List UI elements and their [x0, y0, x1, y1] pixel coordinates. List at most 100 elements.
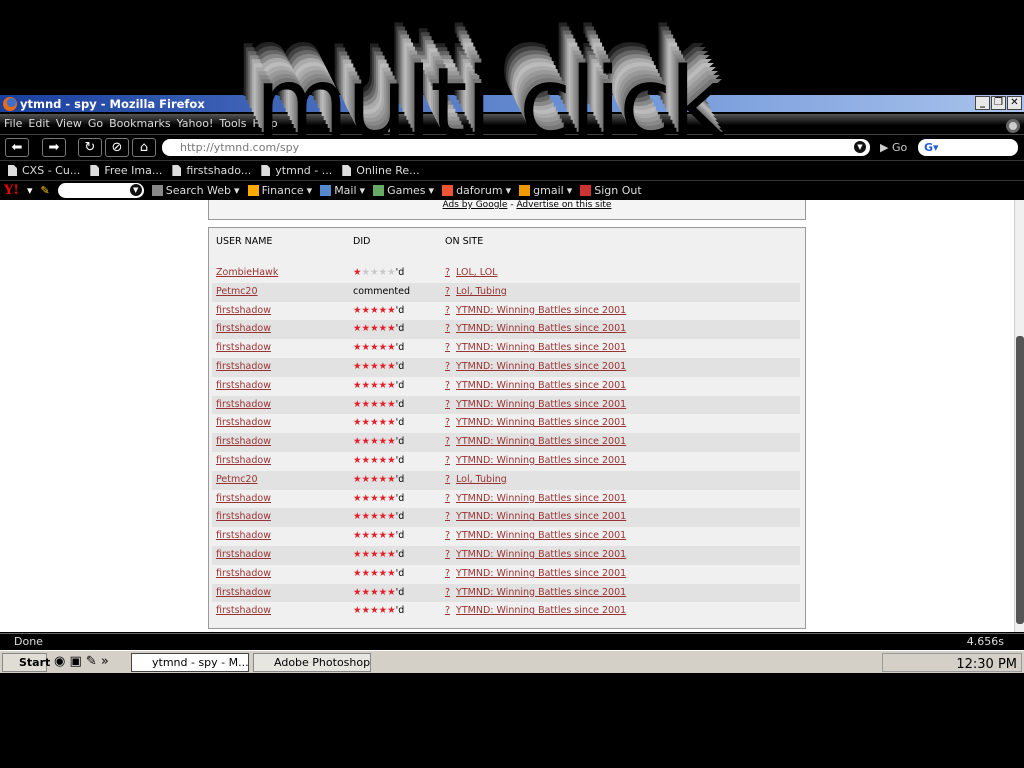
user-link[interactable]: firstshadow [216, 565, 271, 584]
user-link[interactable]: firstshadow [216, 414, 271, 433]
site-info-link[interactable]: ? [445, 587, 450, 598]
menu-help[interactable]: Help [252, 117, 277, 130]
bookmark-item[interactable]: Online Re... [342, 164, 420, 177]
bookmark-item[interactable]: CXS - Cu... [8, 164, 80, 177]
site-link[interactable]: YTMND: Winning Battles since 2001 [456, 549, 626, 560]
yahoo-item-daforum[interactable]: daforum ▾ [442, 184, 511, 197]
yahoo-item-sign-out[interactable]: Sign Out [580, 184, 642, 197]
site-info-link[interactable]: ? [445, 493, 450, 504]
site-link[interactable]: YTMND: Winning Battles since 2001 [456, 511, 626, 522]
site-info-link[interactable]: ? [445, 605, 450, 616]
site-link[interactable]: YTMND: Winning Battles since 2001 [456, 455, 626, 466]
menu-file[interactable]: File [4, 117, 22, 130]
site-info-link[interactable]: ? [445, 511, 450, 522]
dropdown-icon[interactable]: ▾ [360, 184, 366, 197]
user-link[interactable]: Petmc20 [216, 283, 258, 302]
site-link[interactable]: YTMND: Winning Battles since 2001 [456, 605, 626, 616]
bookmark-item[interactable]: Free Ima... [90, 164, 162, 177]
dropdown-icon[interactable]: ▾ [27, 184, 33, 197]
user-link[interactable]: firstshadow [216, 490, 271, 509]
go-button[interactable]: ▶ Go [880, 139, 907, 156]
stop-button[interactable]: ⊘ [105, 138, 129, 157]
site-info-link[interactable]: ? [445, 436, 450, 447]
reload-button[interactable]: ↻ [78, 138, 102, 157]
scrollbar[interactable] [1014, 200, 1024, 632]
site-link[interactable]: YTMND: Winning Battles since 2001 [456, 587, 626, 598]
search-dropdown-icon[interactable]: ▼ [129, 184, 142, 196]
site-info-link[interactable]: ? [445, 323, 450, 334]
site-info-link[interactable]: ? [445, 399, 450, 410]
site-info-link[interactable]: ? [445, 455, 450, 466]
quick-launch-icons[interactable]: ◉ ▣ ✎ » [54, 654, 109, 669]
minimize-button[interactable]: _ [975, 96, 990, 110]
site-link[interactable]: YTMND: Winning Battles since 2001 [456, 417, 626, 428]
task-photoshop[interactable]: Adobe Photoshop ... [253, 653, 371, 672]
site-info-link[interactable]: ? [445, 474, 450, 485]
menu-tools[interactable]: Tools [219, 117, 246, 130]
dropdown-icon[interactable]: ▾ [429, 184, 435, 197]
menu-edit[interactable]: Edit [28, 117, 49, 130]
user-link[interactable]: firstshadow [216, 508, 271, 527]
forward-button[interactable]: ➡ [42, 138, 66, 157]
site-link[interactable]: YTMND: Winning Battles since 2001 [456, 361, 626, 372]
site-link[interactable]: YTMND: Winning Battles since 2001 [456, 399, 626, 410]
yahoo-item-finance[interactable]: Finance ▾ [247, 184, 313, 197]
user-link[interactable]: firstshadow [216, 433, 271, 452]
yahoo-item-gmail[interactable]: gmail ▾ [519, 184, 572, 197]
site-info-link[interactable]: ? [445, 530, 450, 541]
back-button[interactable]: ⬅ [5, 138, 29, 157]
url-bar[interactable]: http://ytmnd.com/spy ▼ [162, 139, 870, 156]
ads-by-google-link[interactable]: Ads by Google [443, 200, 508, 210]
home-button[interactable]: ⌂ [132, 138, 156, 157]
user-link[interactable]: firstshadow [216, 452, 271, 471]
site-link[interactable]: YTMND: Winning Battles since 2001 [456, 530, 626, 541]
bookmark-item[interactable]: ytmnd - ... [261, 164, 332, 177]
site-link[interactable]: YTMND: Winning Battles since 2001 [456, 380, 626, 391]
user-link[interactable]: firstshadow [216, 320, 271, 339]
site-link[interactable]: Lol, Tubing [456, 286, 507, 297]
task-firefox[interactable]: ytmnd - spy - M... [131, 653, 249, 672]
site-info-link[interactable]: ? [445, 380, 450, 391]
pencil-icon[interactable]: ✎ [41, 184, 50, 197]
site-link[interactable]: YTMND: Winning Battles since 2001 [456, 342, 626, 353]
restore-button[interactable]: ❐ [991, 96, 1006, 110]
user-link[interactable]: firstshadow [216, 302, 271, 321]
yahoo-item-mail[interactable]: Mail ▾ [320, 184, 365, 197]
yahoo-search-input[interactable]: ▼ [57, 183, 144, 198]
site-info-link[interactable]: ? [445, 549, 450, 560]
advertise-link[interactable]: Advertise on this site [516, 200, 611, 210]
site-link[interactable]: YTMND: Winning Battles since 2001 [456, 323, 626, 334]
menu-bookmarks[interactable]: Bookmarks [109, 117, 170, 130]
site-link[interactable]: YTMND: Winning Battles since 2001 [456, 305, 626, 316]
dropdown-icon[interactable]: ▾ [506, 184, 512, 197]
user-link[interactable]: firstshadow [216, 396, 271, 415]
site-link[interactable]: YTMND: Winning Battles since 2001 [456, 568, 626, 579]
user-link[interactable]: firstshadow [216, 527, 271, 546]
user-link[interactable]: ZombieHawk [216, 264, 278, 283]
site-link[interactable]: YTMND: Winning Battles since 2001 [456, 436, 626, 447]
user-link[interactable]: firstshadow [216, 377, 271, 396]
bookmark-item[interactable]: firstshado... [172, 164, 251, 177]
site-link[interactable]: LOL, LOL [456, 267, 498, 278]
user-link[interactable]: firstshadow [216, 546, 271, 565]
site-info-link[interactable]: ? [445, 267, 450, 278]
site-link[interactable]: Lol, Tubing [456, 474, 507, 485]
dropdown-icon[interactable]: ▾ [234, 184, 240, 197]
close-button[interactable]: ✕ [1007, 96, 1022, 110]
user-link[interactable]: firstshadow [216, 602, 271, 621]
yahoo-item-games[interactable]: Games ▾ [373, 184, 434, 197]
site-info-link[interactable]: ? [445, 568, 450, 579]
url-dropdown-icon[interactable]: ▼ [854, 141, 866, 153]
site-link[interactable]: YTMND: Winning Battles since 2001 [456, 493, 626, 504]
clock[interactable]: 12:30 PM [956, 657, 1017, 672]
user-link[interactable]: firstshadow [216, 358, 271, 377]
menu-view[interactable]: View [56, 117, 82, 130]
user-link[interactable]: Petmc20 [216, 471, 258, 490]
yahoo-logo[interactable]: Y! [4, 183, 19, 198]
site-info-link[interactable]: ? [445, 342, 450, 353]
user-link[interactable]: firstshadow [216, 584, 271, 603]
site-info-link[interactable]: ? [445, 417, 450, 428]
menu-go[interactable]: Go [88, 117, 103, 130]
yahoo-item-search-web[interactable]: Search Web ▾ [151, 184, 240, 197]
dropdown-icon[interactable]: ▾ [307, 184, 313, 197]
